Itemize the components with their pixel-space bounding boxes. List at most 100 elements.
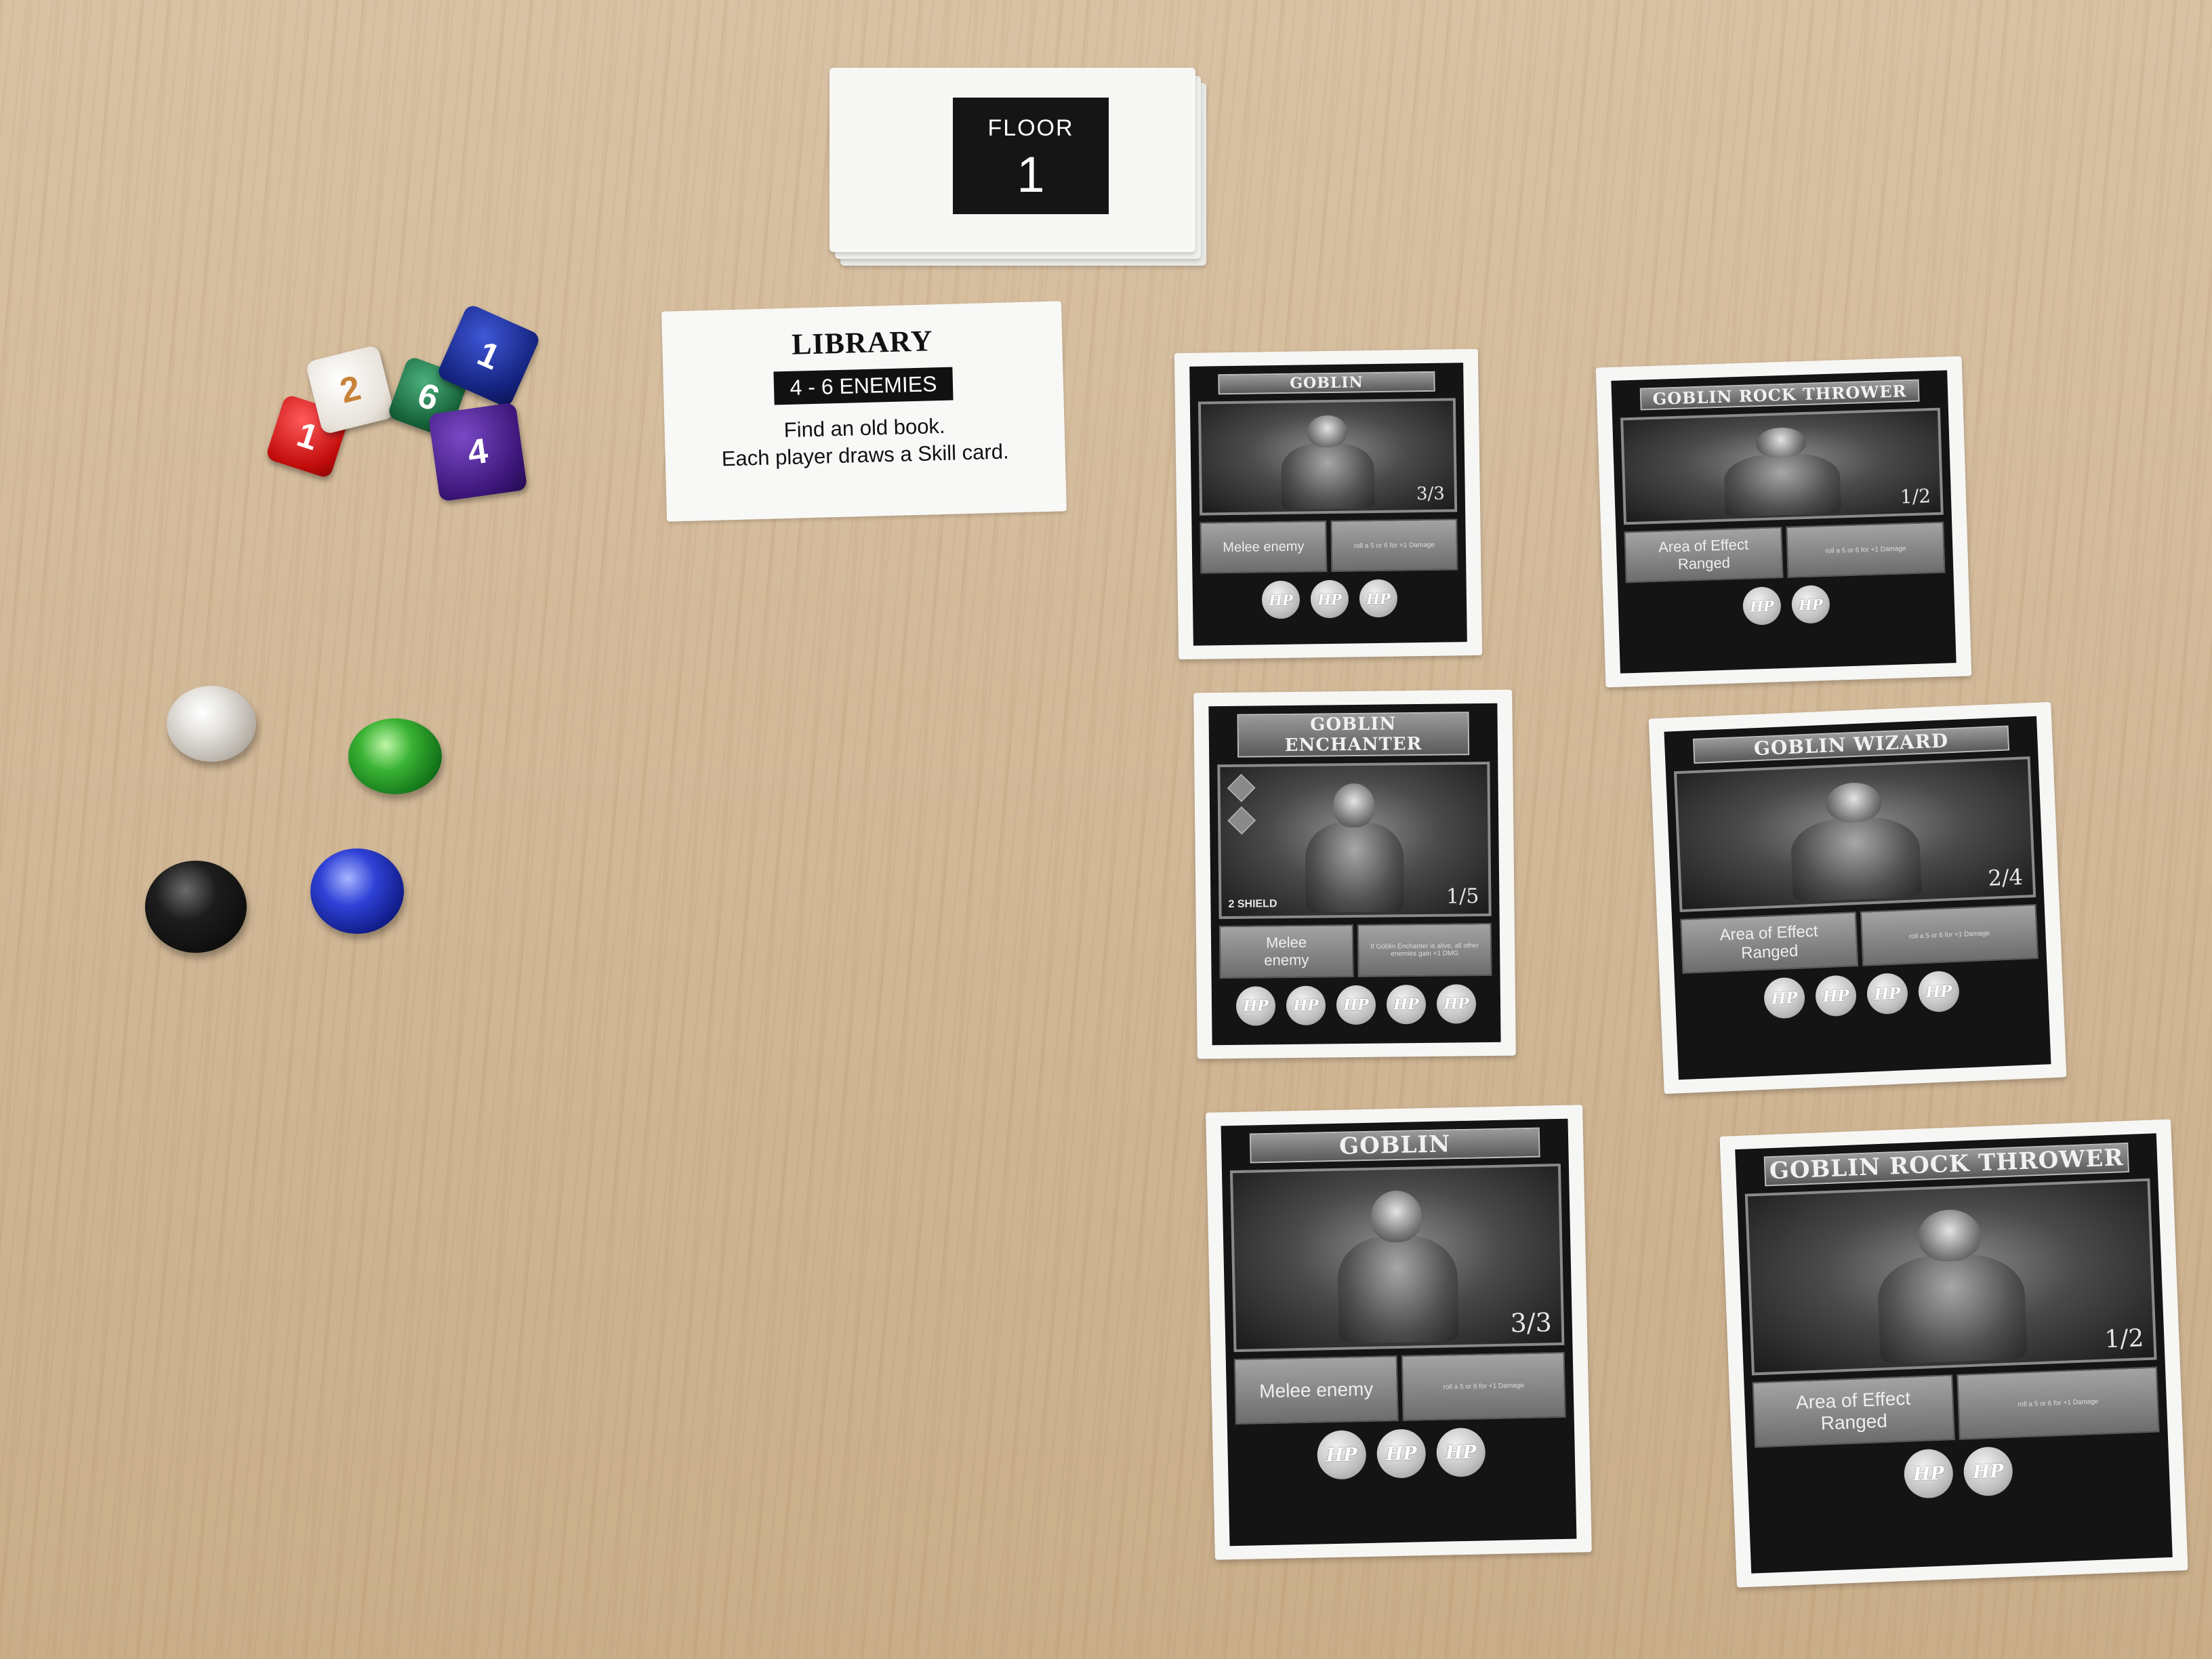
enemy-card-face: GOBLIN ROCK THROWER 1/2 Area of Effect Rang… (1735, 1133, 2173, 1574)
enemy-ability-box: roll a 5 or 6 for +1 Damage (1401, 1351, 1566, 1421)
goblin-figure-icon (1856, 1206, 2046, 1365)
hp-token[interactable]: HP (1317, 1430, 1367, 1480)
purple-die[interactable]: 4 (428, 402, 528, 502)
goblin-body-icon (1305, 821, 1405, 913)
enemy-type-box: Melee enemy (1200, 520, 1328, 574)
goblin-head-icon (1370, 1190, 1422, 1244)
enemy-portrait: 3/3 (1197, 398, 1458, 516)
room-card-library[interactable]: LIBRARY 4 - 6 ENEMIES Find an old book. … (661, 301, 1067, 522)
goblin-figure-icon (1292, 783, 1416, 913)
hp-token[interactable]: HP (1435, 1427, 1486, 1477)
hp-token[interactable]: HP (1790, 584, 1830, 624)
enemy-attack-hp-ratio: 1/2 (2104, 1324, 2145, 1354)
enemy-attack-hp-ratio: 3/3 (1510, 1307, 1553, 1338)
floor-label: FLOOR (987, 115, 1074, 141)
enemy-attack-hp-ratio: 1/5 (1446, 884, 1479, 909)
hp-token[interactable]: HP (1336, 985, 1376, 1025)
red-die-face: 1 (292, 414, 323, 459)
enemy-name: GOBLIN (1218, 371, 1435, 395)
enemy-name: GOBLIN ROCK THROWER (1639, 379, 1920, 411)
hp-token[interactable]: HP (1235, 986, 1276, 1026)
green-gem-token[interactable] (348, 718, 442, 794)
enemy-portrait: 3/3 (1229, 1163, 1565, 1353)
enemy-card[interactable]: GOBLIN ROCK THROWER 1/2 Area of Effect Rang… (1719, 1119, 2188, 1588)
hp-token[interactable]: HP (1359, 579, 1398, 618)
hp-token[interactable]: HP (1742, 586, 1782, 626)
enemy-card-face: GOBLIN ROCK THROWER 1/2 Area of Effect Rang… (1611, 370, 1957, 674)
enemy-card[interactable]: GOBLIN WIZARD 2/4 Area of Effect Ranged roll… (1648, 701, 2067, 1094)
enemy-ability-text: roll a 5 or 6 for +1 Damage (1908, 929, 1990, 941)
hp-token[interactable]: HP (1814, 975, 1858, 1017)
enemy-ability-text: roll a 5 or 6 for +1 Damage (1353, 541, 1435, 550)
enemy-type-line: Area of Effect (1658, 535, 1749, 556)
enemy-type-line: Ranged (1740, 941, 1799, 962)
enemy-info-row: Area of Effect Ranged roll a 5 or 6 for +1… (1680, 903, 2039, 974)
enemy-ability-text: If Goblin Enchanter is alive, all other … (1370, 942, 1479, 958)
hp-token[interactable]: HP (1386, 984, 1427, 1025)
hp-token[interactable]: HP (1866, 972, 1909, 1015)
enemy-ability-text: roll a 5 or 6 for +1 Damage (2018, 1397, 2099, 1409)
hp-token-row: HP HP (1755, 1440, 2162, 1504)
goblin-figure-icon (1321, 1189, 1473, 1344)
hp-token-row: HP HP HP (1235, 1426, 1567, 1481)
enemy-name: GOBLIN ROCK THROWER (1763, 1142, 2129, 1187)
goblin-figure-icon (1708, 426, 1856, 518)
floor-card[interactable]: FLOOR 1 (830, 68, 1195, 252)
goblin-figure-icon (1772, 779, 1938, 903)
enemy-type-box: Area of Effect Ranged (1752, 1374, 1955, 1448)
goblin-body-icon (1876, 1252, 2028, 1364)
enemy-card[interactable]: GOBLIN ROCK THROWER 1/2 Area of Effect Rang… (1595, 356, 1972, 688)
enemy-type-line: Area of Effect (1719, 922, 1819, 945)
enemy-type-line: enemy (1264, 951, 1309, 969)
blue-gem-token[interactable] (310, 848, 404, 934)
enemy-ability-box: roll a 5 or 6 for +1 Damage (1957, 1366, 2160, 1440)
floor-label-box: FLOOR 1 (953, 98, 1109, 214)
clear-gem-token[interactable] (167, 686, 256, 762)
goblin-figure-icon (1269, 415, 1387, 510)
enemy-type-line: Area of Effect (1795, 1387, 1911, 1413)
hp-token[interactable]: HP (1917, 970, 1961, 1013)
room-enemy-count-badge: 4 - 6 ENEMIES (773, 367, 954, 405)
hp-token[interactable]: HP (1903, 1448, 1954, 1499)
enemy-card[interactable]: GOBLIN ENCHANTER 2 SHIELD 1/5 Melee enemy If … (1193, 689, 1516, 1059)
enemy-info-row: Melee enemy roll a 5 or 6 for +1 Damage (1233, 1351, 1566, 1425)
hp-token[interactable]: HP (1286, 985, 1326, 1026)
floor-card-stack[interactable]: FLOOR 1 (830, 68, 1209, 266)
hp-token[interactable]: HP (1376, 1429, 1427, 1479)
goblin-head-icon (1917, 1208, 1982, 1263)
enemy-name: GOBLIN WIZARD (1692, 725, 2010, 764)
goblin-body-icon (1281, 443, 1375, 510)
enemy-type-box: Area of Effect Ranged (1624, 527, 1784, 583)
enemy-card-face: GOBLIN 3/3 Melee enemy roll a 5 or 6 for +1… (1221, 1118, 1577, 1547)
shield-pip-icon (1227, 806, 1256, 835)
hp-token-row: HP HP HP (1201, 578, 1459, 619)
hp-token[interactable]: HP (1963, 1446, 2014, 1497)
enemy-type-line: Ranged (1677, 554, 1731, 573)
floor-number: 1 (1017, 146, 1045, 203)
shield-pip-icon (1227, 773, 1256, 802)
enemy-card-face: GOBLIN 3/3 Melee enemy roll a 5 or 6 for +1… (1189, 363, 1467, 646)
enemy-type-box: Melee enemy (1218, 924, 1354, 979)
enemy-ability-text: roll a 5 or 6 for +1 Damage (1443, 1382, 1524, 1391)
enemy-ability-text: roll a 5 or 6 for +1 Damage (1825, 544, 1906, 555)
hp-token[interactable]: HP (1310, 579, 1349, 619)
black-gem-token[interactable] (145, 861, 247, 953)
enemy-portrait: 2 SHIELD 1/5 (1217, 761, 1492, 920)
goblin-head-icon (1307, 415, 1347, 448)
hp-token[interactable]: HP (1261, 580, 1300, 619)
goblin-body-icon (1723, 452, 1842, 517)
goblin-head-icon (1332, 783, 1376, 828)
enemy-card[interactable]: GOBLIN 3/3 Melee enemy roll a 5 or 6 for +1… (1174, 348, 1483, 660)
enemy-attack-hp-ratio: 1/2 (1900, 485, 1931, 508)
enemy-name: GOBLIN (1249, 1127, 1540, 1164)
enemy-info-row: Area of Effect Ranged roll a 5 or 6 for +1… (1752, 1366, 2160, 1448)
enemy-type-line: Melee enemy (1223, 539, 1305, 555)
hp-token[interactable]: HP (1763, 977, 1806, 1019)
hp-token-row: HP HP HP HP HP (1220, 984, 1493, 1026)
blue-die-face: 1 (471, 333, 506, 378)
hp-token[interactable]: HP (1436, 984, 1477, 1024)
enemy-info-row: Melee enemy roll a 5 or 6 for +1 Damage (1200, 518, 1458, 574)
enemy-portrait: 2/4 (1673, 756, 2036, 913)
enemy-card[interactable]: GOBLIN 3/3 Melee enemy roll a 5 or 6 for +1… (1206, 1105, 1592, 1560)
room-description: Find an old book. Each player draws a Sk… (664, 409, 1065, 474)
